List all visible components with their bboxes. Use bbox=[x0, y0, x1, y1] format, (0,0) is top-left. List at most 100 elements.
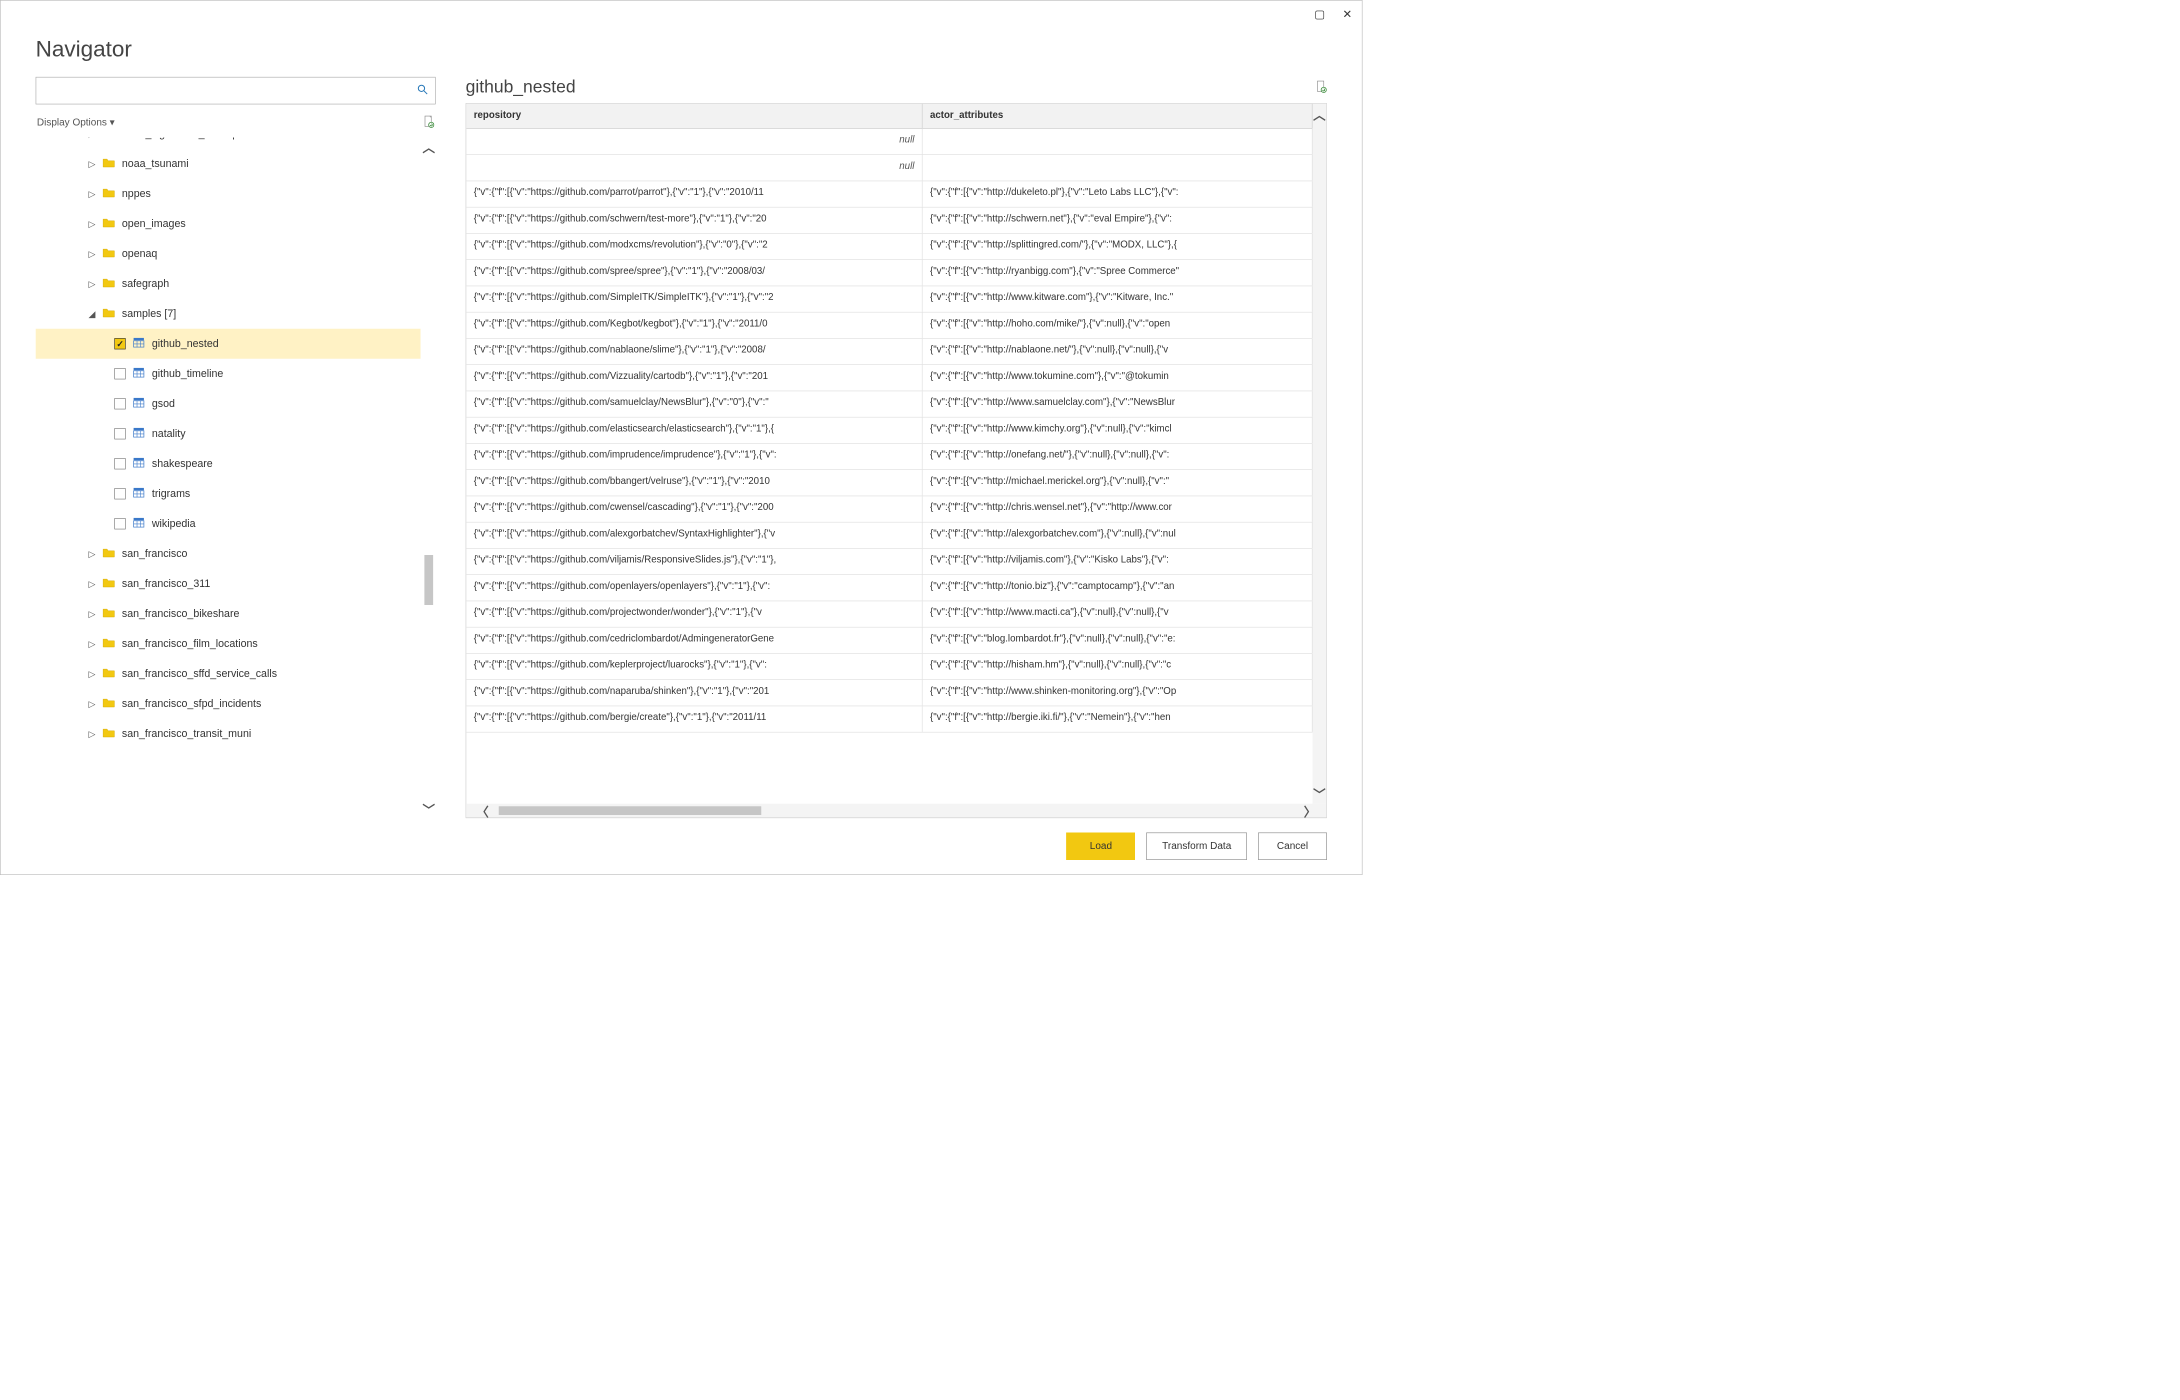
refresh-icon[interactable] bbox=[422, 114, 435, 130]
tree-folder[interactable]: ▷san_francisco_311 bbox=[36, 569, 421, 599]
tree-folder[interactable]: ▷noaa_significant_earthquakes bbox=[36, 138, 421, 149]
table-row[interactable]: {"v":{"f":[{"v":"https://github.com/elas… bbox=[466, 418, 1312, 444]
tree-folder[interactable]: ▷ openaq bbox=[36, 239, 421, 269]
checkbox[interactable] bbox=[114, 398, 125, 409]
table-row[interactable]: {"v":{"f":[{"v":"https://github.com/nabl… bbox=[466, 339, 1312, 365]
tree-table[interactable]: github_nested bbox=[36, 329, 421, 359]
tree-folder[interactable]: ▷ san_francisco bbox=[36, 539, 421, 569]
table-row[interactable]: {"v":{"f":[{"v":"https://github.com/napa… bbox=[466, 680, 1312, 706]
tree-folder[interactable]: ▷san_francisco_film_locations bbox=[36, 629, 421, 659]
grid-scroll-up-icon[interactable]: ︿ bbox=[1313, 104, 1326, 125]
table-row[interactable]: {"v":{"f":[{"v":"https://github.com/samu… bbox=[466, 391, 1312, 417]
col-header-actor-attributes[interactable]: actor_attributes bbox=[923, 104, 1313, 128]
table-row[interactable]: {"v":{"f":[{"v":"https://github.com/modx… bbox=[466, 234, 1312, 260]
tree-item-label: openaq bbox=[122, 248, 157, 261]
tree-folder[interactable]: ▷san_francisco_transit_muni bbox=[36, 719, 421, 749]
maximize-icon[interactable]: ▢ bbox=[1314, 8, 1325, 21]
table-row[interactable]: {"v":{"f":[{"v":"https://github.com/open… bbox=[466, 575, 1312, 601]
checkbox[interactable] bbox=[114, 338, 125, 349]
cell-actor-attributes: {"v":{"f":[{"v":"http://www.shinken-moni… bbox=[923, 680, 1313, 706]
load-button[interactable]: Load bbox=[1067, 833, 1136, 861]
cell-actor-attributes: {"v":{"f":[{"v":"http://ryanbigg.com"},{… bbox=[923, 260, 1313, 286]
grid-scroll-left-icon[interactable]: 〈 bbox=[466, 802, 499, 820]
expand-icon[interactable]: ▷ bbox=[88, 698, 96, 709]
search-box[interactable] bbox=[36, 77, 436, 105]
cell-actor-attributes: {"v":{"f":[{"v":"http://tonio.biz"},{"v"… bbox=[923, 575, 1313, 601]
col-header-repository[interactable]: repository bbox=[466, 104, 922, 128]
tree-scrollbar[interactable]: ︿ ﹀ bbox=[422, 138, 436, 819]
tree-table[interactable]: wikipedia bbox=[36, 509, 421, 539]
expand-icon[interactable]: ▷ bbox=[88, 278, 96, 289]
table-row[interactable]: {"v":{"f":[{"v":"https://github.com/parr… bbox=[466, 181, 1312, 207]
search-input[interactable] bbox=[43, 85, 417, 96]
preview-grid[interactable]: repository actor_attributes nullnull{"v"… bbox=[466, 103, 1327, 818]
grid-hscroll[interactable]: 〈 〉 bbox=[466, 804, 1326, 818]
tree-table[interactable]: shakespeare bbox=[36, 449, 421, 479]
scroll-up-icon[interactable]: ︿ bbox=[423, 138, 436, 156]
search-icon[interactable] bbox=[416, 83, 429, 99]
grid-scroll-right-icon[interactable]: 〉 bbox=[1294, 802, 1327, 820]
tree-table[interactable]: natality bbox=[36, 419, 421, 449]
table-row[interactable]: null bbox=[466, 129, 1312, 155]
grid-vscroll[interactable]: ︿ ﹀ bbox=[1313, 104, 1327, 804]
expand-icon[interactable]: ▷ bbox=[88, 188, 96, 199]
expand-icon[interactable]: ▷ bbox=[88, 578, 96, 589]
tree-table[interactable]: gsod bbox=[36, 389, 421, 419]
table-row[interactable]: {"v":{"f":[{"v":"https://github.com/vilj… bbox=[466, 549, 1312, 575]
table-row[interactable]: {"v":{"f":[{"v":"https://github.com/Vizz… bbox=[466, 365, 1312, 391]
checkbox[interactable] bbox=[114, 368, 125, 379]
tree-folder[interactable]: ▷san_francisco_sffd_service_calls bbox=[36, 659, 421, 689]
tree[interactable]: ▷noaa_significant_earthquakes▷noaa_tsuna… bbox=[36, 138, 421, 819]
cancel-button[interactable]: Cancel bbox=[1258, 833, 1327, 861]
expand-icon[interactable]: ▷ bbox=[88, 548, 96, 559]
scroll-down-icon[interactable]: ﹀ bbox=[423, 800, 436, 818]
table-row[interactable]: {"v":{"f":[{"v":"https://github.com/spre… bbox=[466, 260, 1312, 286]
checkbox[interactable] bbox=[114, 458, 125, 469]
expand-icon[interactable]: ▷ bbox=[88, 728, 96, 739]
checkbox[interactable] bbox=[114, 488, 125, 499]
table-row[interactable]: {"v":{"f":[{"v":"https://github.com/kepl… bbox=[466, 654, 1312, 680]
checkbox[interactable] bbox=[114, 428, 125, 439]
tree-folder[interactable]: ◢samples [7] bbox=[36, 299, 421, 329]
expand-icon[interactable]: ◢ bbox=[88, 308, 96, 319]
tree-table[interactable]: trigrams bbox=[36, 479, 421, 509]
display-options-link[interactable]: Display Options ▾ bbox=[37, 116, 115, 129]
tree-folder[interactable]: ▷san_francisco_sfpd_incidents bbox=[36, 689, 421, 719]
cell-repository: {"v":{"f":[{"v":"https://github.com/parr… bbox=[466, 181, 922, 207]
preview-refresh-icon[interactable] bbox=[1314, 79, 1327, 95]
expand-icon[interactable]: ▷ bbox=[88, 218, 96, 229]
expand-icon[interactable]: ▷ bbox=[88, 608, 96, 619]
tree-folder[interactable]: ▷nppes bbox=[36, 179, 421, 209]
table-row[interactable]: {"v":{"f":[{"v":"https://github.com/cedr… bbox=[466, 628, 1312, 654]
tree-table[interactable]: github_timeline bbox=[36, 359, 421, 389]
cell-actor-attributes: {"v":{"f":[{"v":"http://chris.wensel.net… bbox=[923, 496, 1313, 522]
tree-item-label: san_francisco bbox=[122, 548, 188, 561]
checkbox[interactable] bbox=[114, 518, 125, 529]
table-row[interactable]: {"v":{"f":[{"v":"https://github.com/bban… bbox=[466, 470, 1312, 496]
table-icon bbox=[132, 335, 146, 352]
tree-item-label: san_francisco_bikeshare bbox=[122, 608, 240, 621]
expand-icon[interactable]: ▷ bbox=[88, 638, 96, 649]
tree-item-label: safegraph bbox=[122, 278, 169, 291]
table-row[interactable]: {"v":{"f":[{"v":"https://github.com/Simp… bbox=[466, 286, 1312, 312]
tree-folder[interactable]: ▷open_images bbox=[36, 209, 421, 239]
table-row[interactable]: {"v":{"f":[{"v":"https://github.com/berg… bbox=[466, 706, 1312, 732]
cell-repository: {"v":{"f":[{"v":"https://github.com/vilj… bbox=[466, 549, 922, 575]
table-row[interactable]: {"v":{"f":[{"v":"https://github.com/alex… bbox=[466, 523, 1312, 549]
table-row[interactable]: {"v":{"f":[{"v":"https://github.com/Kegb… bbox=[466, 313, 1312, 339]
expand-icon[interactable]: ▷ bbox=[88, 668, 96, 679]
expand-icon[interactable]: ▷ bbox=[88, 248, 96, 259]
tree-folder[interactable]: ▷noaa_tsunami bbox=[36, 149, 421, 179]
table-row[interactable]: {"v":{"f":[{"v":"https://github.com/impr… bbox=[466, 444, 1312, 470]
table-row[interactable]: null bbox=[466, 155, 1312, 181]
cell-repository: {"v":{"f":[{"v":"https://github.com/nabl… bbox=[466, 339, 922, 365]
table-row[interactable]: {"v":{"f":[{"v":"https://github.com/schw… bbox=[466, 208, 1312, 234]
table-row[interactable]: {"v":{"f":[{"v":"https://github.com/proj… bbox=[466, 601, 1312, 627]
expand-icon[interactable]: ▷ bbox=[88, 138, 96, 140]
expand-icon[interactable]: ▷ bbox=[88, 158, 96, 169]
transform-data-button[interactable]: Transform Data bbox=[1147, 833, 1247, 861]
table-row[interactable]: {"v":{"f":[{"v":"https://github.com/cwen… bbox=[466, 496, 1312, 522]
tree-folder[interactable]: ▷ san_francisco_bikeshare bbox=[36, 599, 421, 629]
tree-folder[interactable]: ▷ safegraph bbox=[36, 269, 421, 299]
close-icon[interactable]: ✕ bbox=[1342, 8, 1351, 21]
